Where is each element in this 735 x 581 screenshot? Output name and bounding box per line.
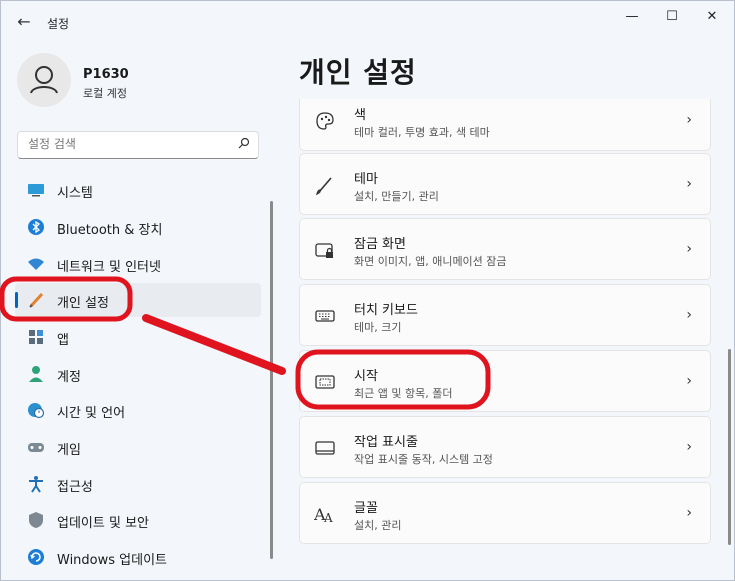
taskbar-icon bbox=[314, 437, 336, 459]
sidebar-item-label: 업데이트 및 보안 bbox=[57, 516, 149, 531]
chevron-right-icon: › bbox=[686, 373, 692, 389]
start-menu-icon bbox=[314, 371, 336, 393]
active-indicator bbox=[15, 292, 18, 308]
card-subtitle: 설치, 만들기, 관리 bbox=[354, 190, 439, 203]
card-title: 작업 표시줄 bbox=[354, 435, 418, 450]
sidebar-item-label: Windows 업데이트 bbox=[57, 553, 168, 568]
card-lock-screen[interactable]: 잠금 화면 화면 이미지, 앱, 애니메이션 잠금 › bbox=[299, 218, 711, 280]
card-subtitle: 테마 컬러, 투명 효과, 색 테마 bbox=[354, 126, 490, 139]
brush-icon bbox=[27, 291, 45, 309]
settings-window: ← 설정 — ☐ ✕ P1630 로컬 계정 시스템 Bluetooth & 장… bbox=[0, 0, 735, 581]
card-fonts[interactable]: AA 글꼴 설치, 관리 › bbox=[299, 482, 711, 544]
card-title: 터치 키보드 bbox=[354, 303, 418, 318]
search-box[interactable] bbox=[17, 131, 259, 159]
keyboard-icon bbox=[314, 305, 336, 327]
chevron-right-icon: › bbox=[686, 112, 692, 128]
sidebar-item-update-security[interactable]: 업데이트 및 보안 bbox=[15, 503, 261, 537]
update-icon bbox=[27, 548, 45, 566]
sidebar-item-label: 게임 bbox=[57, 443, 81, 458]
sidebar-item-label: Bluetooth & 장치 bbox=[57, 223, 163, 238]
card-touch-keyboard[interactable]: 터치 키보드 테마, 크기 › bbox=[299, 284, 711, 346]
maximize-button[interactable]: ☐ bbox=[657, 7, 687, 27]
close-button[interactable]: ✕ bbox=[697, 7, 727, 27]
page-title: 개인 설정 bbox=[299, 56, 417, 89]
sidebar-item-apps[interactable]: 앱 bbox=[15, 320, 261, 354]
card-subtitle: 화면 이미지, 앱, 애니메이션 잠금 bbox=[354, 255, 507, 268]
card-subtitle: 최근 앱 및 항목, 폴더 bbox=[354, 387, 453, 400]
search-input[interactable] bbox=[26, 136, 230, 152]
card-subtitle: 설치, 관리 bbox=[354, 519, 402, 532]
card-taskbar[interactable]: 작업 표시줄 작업 표시줄 동작, 시스템 고정 › bbox=[299, 416, 711, 478]
card-title: 잠금 화면 bbox=[354, 237, 406, 252]
font-icon: AA bbox=[313, 503, 336, 525]
chevron-right-icon: › bbox=[686, 241, 692, 257]
accessibility-icon bbox=[27, 475, 45, 493]
sidebar-item-label: 개인 설정 bbox=[57, 296, 109, 311]
bluetooth-icon bbox=[27, 218, 45, 236]
sidebar-item-system[interactable]: 시스템 bbox=[15, 173, 261, 207]
card-colors[interactable]: 색 테마 컬러, 투명 효과, 색 테마 › bbox=[299, 99, 711, 151]
card-subtitle: 작업 표시줄 동작, 시스템 고정 bbox=[354, 453, 493, 466]
sidebar-item-label: 앱 bbox=[57, 333, 69, 348]
palette-icon bbox=[314, 110, 336, 132]
sidebar-item-accounts[interactable]: 계정 bbox=[15, 357, 261, 391]
sidebar-item-label: 접근성 bbox=[57, 480, 93, 495]
sidebar-scrollbar[interactable] bbox=[270, 201, 273, 559]
wifi-icon bbox=[27, 255, 45, 273]
brush-icon bbox=[314, 174, 336, 196]
card-themes[interactable]: 테마 설치, 만들기, 관리 › bbox=[299, 153, 711, 215]
apps-icon bbox=[27, 328, 45, 346]
sidebar-item-label: 계정 bbox=[57, 370, 81, 385]
clock-globe-icon bbox=[27, 401, 45, 419]
sidebar-item-label: 시간 및 언어 bbox=[57, 406, 126, 421]
svg-text:A: A bbox=[323, 511, 333, 525]
sidebar-item-network[interactable]: 네트워크 및 인터넷 bbox=[15, 247, 261, 281]
minimize-button[interactable]: — bbox=[617, 7, 647, 27]
monitor-icon bbox=[27, 181, 45, 199]
chevron-right-icon: › bbox=[686, 439, 692, 455]
chevron-right-icon: › bbox=[686, 505, 692, 521]
search-icon[interactable] bbox=[238, 137, 250, 152]
sidebar-item-accessibility[interactable]: 접근성 bbox=[15, 467, 261, 501]
card-title: 글꼴 bbox=[354, 501, 378, 516]
chevron-right-icon: › bbox=[686, 176, 692, 192]
title-bar: ← 설정 — ☐ ✕ bbox=[1, 1, 734, 41]
sidebar-item-windows-update[interactable]: Windows 업데이트 bbox=[15, 540, 261, 574]
person-icon bbox=[27, 365, 45, 383]
sidebar-item-bluetooth[interactable]: Bluetooth & 장치 bbox=[15, 210, 261, 244]
user-avatar-icon bbox=[17, 53, 71, 107]
card-start[interactable]: 시작 최근 앱 및 항목, 폴더 › bbox=[299, 350, 711, 412]
card-title: 색 bbox=[354, 108, 366, 123]
card-title: 시작 bbox=[354, 369, 378, 384]
arrow-left-icon[interactable]: ← bbox=[15, 13, 33, 31]
card-title: 테마 bbox=[354, 172, 378, 187]
sidebar-item-gaming[interactable]: 게임 bbox=[15, 430, 261, 464]
content-scrollbar[interactable] bbox=[728, 349, 731, 545]
sidebar-item-label: 시스템 bbox=[57, 186, 93, 201]
settings-card-list: 색 테마 컬러, 투명 효과, 색 테마 › 테마 설치, 만들기, 관리 › … bbox=[299, 99, 713, 580]
sidebar-item-time-language[interactable]: 시간 및 언어 bbox=[15, 393, 261, 427]
chevron-right-icon: › bbox=[686, 307, 692, 323]
account-type: 로컬 계정 bbox=[83, 87, 127, 100]
shield-icon bbox=[27, 511, 45, 529]
card-subtitle: 테마, 크기 bbox=[354, 321, 402, 334]
lock-screen-icon bbox=[314, 239, 336, 261]
sidebar-item-label: 네트워크 및 인터넷 bbox=[57, 260, 161, 275]
app-title: 설정 bbox=[47, 17, 70, 31]
gamepad-icon bbox=[27, 438, 45, 456]
user-name: P1630 bbox=[83, 67, 129, 82]
sidebar-item-personalization[interactable]: 개인 설정 bbox=[15, 283, 261, 317]
